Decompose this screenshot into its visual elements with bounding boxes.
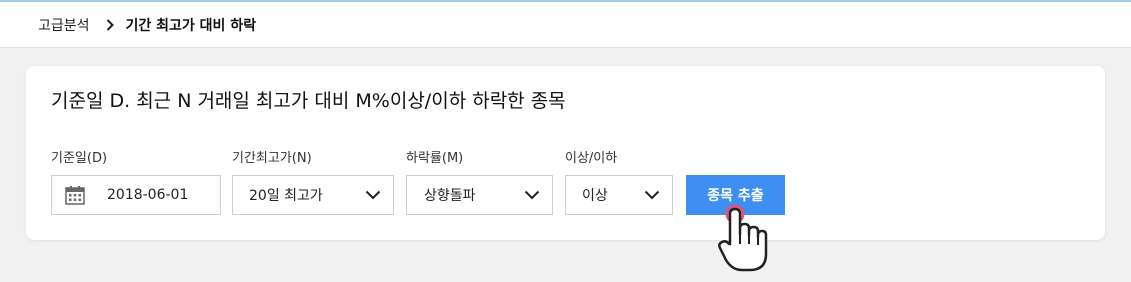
breadcrumb-root[interactable]: 고급분석 — [38, 15, 90, 35]
direction-label: 이상/이하 — [565, 151, 618, 166]
date-label: 기준일(D) — [51, 151, 108, 166]
chevron-right-icon — [106, 18, 114, 31]
direction-select[interactable]: 이상 — [565, 175, 673, 215]
breadcrumb: 고급분석 기간 최고가 대비 하락 — [0, 2, 1131, 48]
date-value: 2018-06-01 — [107, 187, 189, 203]
date-field[interactable]: 2018-06-01 — [51, 175, 221, 215]
drop-rate-label: 하락률(M) — [406, 151, 464, 166]
drop-rate-value: 상향돌파 — [424, 188, 476, 204]
calendar-icon — [52, 185, 85, 205]
period-select[interactable]: 20일 최고가 — [232, 175, 394, 215]
period-value: 20일 최고가 — [249, 188, 323, 204]
card-title: 기준일 D. 최근 N 거래일 최고가 대비 M%이상/이하 하락한 종목 — [51, 90, 566, 112]
screening-card: 기준일 D. 최근 N 거래일 최고가 대비 M%이상/이하 하락한 종목 기준… — [26, 66, 1105, 240]
period-label: 기간최고가(N) — [232, 151, 312, 166]
drop-rate-select[interactable]: 상향돌파 — [406, 175, 553, 215]
breadcrumb-current: 기간 최고가 대비 하락 — [125, 17, 257, 34]
direction-value: 이상 — [582, 188, 608, 204]
